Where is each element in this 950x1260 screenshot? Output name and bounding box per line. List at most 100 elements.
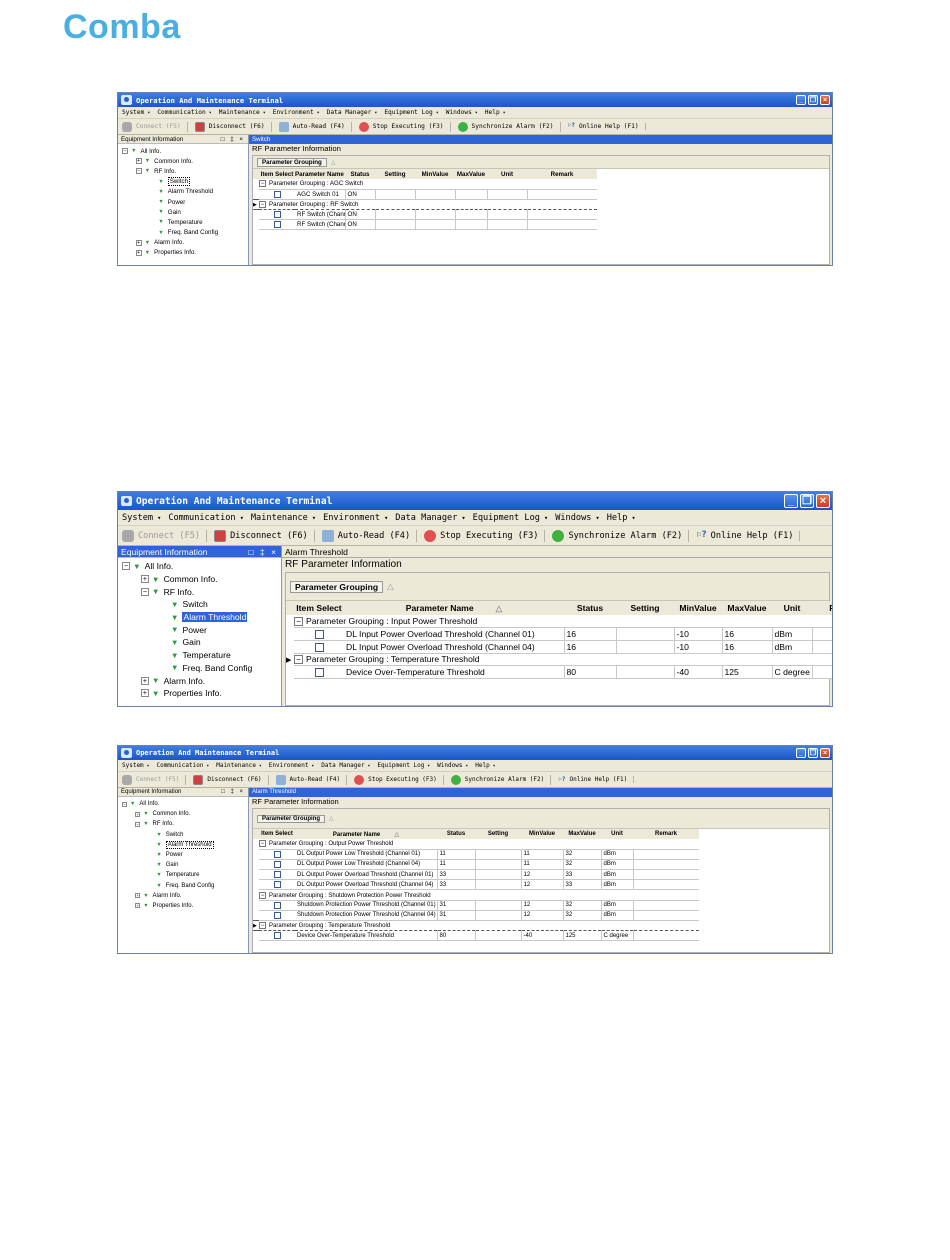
auto-read-button[interactable]: Auto-Read (F4) [278,121,352,132]
group-row[interactable]: − Parameter Grouping : Input Power Thresh… [286,615,832,629]
menu-communication[interactable]: Communication [157,109,211,116]
parameter-grouping-button[interactable]: Parameter Grouping [257,814,326,823]
column-setting[interactable]: Setting [475,829,521,839]
online-help-button[interactable]: ⚐? Online Help (F1) [558,776,635,783]
menu-system[interactable]: System [122,513,161,523]
expand-icon[interactable]: + [140,676,149,685]
tree-rf-info[interactable]: − ▼ RF Info. [118,166,248,176]
sort-icon[interactable]: △ [329,815,334,822]
setting-cell[interactable] [475,900,522,911]
column-remark[interactable]: Remark [633,829,699,839]
column-setting[interactable]: Setting [616,601,674,615]
tree-freq-band-config[interactable]: ▼ Freq. Band Config [118,662,281,675]
close-button[interactable]: × [816,494,830,508]
tree-properties-info[interactable]: + ▼ Properties Info. [118,687,281,700]
minimize-button[interactable]: _ [784,494,798,508]
tree-alarm-info[interactable]: + ▼ Alarm Info. [118,674,281,687]
tree-all-info[interactable]: − ▼ All Info. [118,146,248,156]
item-select-checkbox[interactable] [273,190,281,198]
menu-communication[interactable]: Communication [168,513,244,523]
menu-windows[interactable]: Windows [437,762,468,769]
expand-icon[interactable]: + [135,239,142,246]
connect-button[interactable]: Connect (F5) [122,529,208,542]
group-row[interactable]: − Parameter Grouping : Output Power Thres… [253,839,699,850]
collapse-icon[interactable]: − [122,562,130,571]
column-item-select[interactable]: Item Select [259,829,295,839]
tree-alarm-info[interactable]: + ▼ Alarm Info. [118,238,248,248]
tree-alarm-threshold[interactable]: ▼ Alarm Threshold [118,187,248,197]
column-status[interactable]: Status [437,829,475,839]
column-status[interactable]: Status [564,601,616,615]
column-unit[interactable]: Unit [772,601,812,615]
menu-equipment-log[interactable]: Equipment Log [473,513,549,523]
disconnect-button[interactable]: Disconnect (F6) [214,529,315,542]
menu-help[interactable]: Help [607,513,636,523]
tree-gain[interactable]: ▼ Gain [118,636,281,649]
close-button[interactable]: × [820,748,830,758]
expand-icon[interactable]: + [135,903,141,909]
column-remark[interactable]: Remark [527,169,597,179]
setting-cell[interactable] [616,665,675,679]
tree-common-info[interactable]: + ▼ Common Info. [118,573,281,586]
auto-read-button[interactable]: Auto-Read (F4) [321,529,418,542]
table-row[interactable]: DL Output Power Low Threshold (Channel 0… [253,859,699,871]
column-item-select[interactable]: Item Select [259,169,295,179]
auto-read-button[interactable]: Auto-Read (F4) [275,774,348,785]
sort-icon[interactable]: △ [387,581,394,592]
disconnect-button[interactable]: Disconnect (F6) [193,774,269,785]
column-unit[interactable]: Unit [487,169,527,179]
collapse-icon[interactable]: − [140,587,149,596]
tree-switch[interactable]: ▼ Switch [118,830,248,840]
table-row[interactable]: Device Over-Temperature Threshold 80 -40 12… [286,665,832,679]
stop-executing-button[interactable]: Stop Executing (F3) [354,774,444,785]
tree-temperature[interactable]: ▼ Temperature [118,649,281,662]
sort-icon[interactable]: △ [496,603,503,613]
group-row[interactable]: ▶ − Parameter Grouping : Temperature Thres… [286,653,832,667]
parameter-grouping-button[interactable]: Parameter Grouping [290,580,384,593]
menu-maintenance[interactable]: Maintenance [251,513,316,523]
tree-freq-band-config[interactable]: ▼ Freq. Band Config [118,228,248,238]
menu-communication[interactable]: Communication [156,762,209,769]
view-tab[interactable]: Switch [249,135,832,144]
tree-properties-info[interactable]: + ▼ Properties Info. [118,248,248,258]
disconnect-button[interactable]: Disconnect (F6) [194,121,272,132]
menu-windows[interactable]: Windows [446,109,478,116]
setting-cell[interactable] [475,849,522,860]
setting-cell[interactable] [475,859,522,871]
expand-icon[interactable]: + [140,689,149,698]
panel-controls[interactable]: □ ‡ × [221,789,245,795]
menu-environment[interactable]: Environment [273,109,320,116]
parameter-grouping-button[interactable]: Parameter Grouping [257,157,327,167]
table-row[interactable]: Shutdown Protection Power Threshold (Cha… [253,900,699,911]
collapse-icon[interactable]: − [294,655,303,665]
tree-alarm-threshold[interactable]: ▼ Alarm Threshold [118,611,281,624]
column-status[interactable]: Status [345,169,375,179]
menu-data-manager[interactable]: Data Manager [395,513,465,523]
item-select-checkbox[interactable] [314,668,324,678]
column-minvalue[interactable]: MinValue [521,829,563,839]
column-setting[interactable]: Setting [375,169,415,179]
table-row[interactable]: DL Input Power Overload Threshold (Chann… [286,627,832,641]
online-help-button[interactable]: ⚐? Online Help (F1) [696,530,801,541]
connect-button[interactable]: Connect (F5) [122,121,188,132]
group-row[interactable]: − Parameter Grouping : AGC Switch [253,179,597,190]
stop-executing-button[interactable]: Stop Executing (F3) [424,529,546,542]
menu-data-manager[interactable]: Data Manager [321,762,370,769]
setting-cell[interactable] [375,189,416,200]
tree-temperature[interactable]: ▼ Temperature [118,870,248,880]
expand-icon[interactable]: + [140,575,149,584]
menu-equipment-log[interactable]: Equipment Log [377,762,430,769]
sort-icon[interactable]: △ [331,159,336,166]
column-parameter-name[interactable]: Parameter Name △ [344,601,564,615]
collapse-icon[interactable]: − [294,617,303,627]
collapse-icon[interactable]: − [259,200,266,208]
column-unit[interactable]: Unit [601,829,633,839]
title-bar[interactable]: Operation And Maintenance Terminal _ ❐ × [118,746,832,760]
tree-gain[interactable]: ▼ Gain [118,207,248,217]
synchronize-alarm-button[interactable]: Synchronize Alarm (F2) [457,121,561,132]
online-help-button[interactable]: ⚐? Online Help (F1) [568,123,646,130]
menu-environment[interactable]: Environment [269,762,315,769]
collapse-icon[interactable]: − [135,821,141,827]
collapse-icon[interactable]: − [259,922,266,930]
restore-button[interactable]: ❐ [800,494,814,508]
